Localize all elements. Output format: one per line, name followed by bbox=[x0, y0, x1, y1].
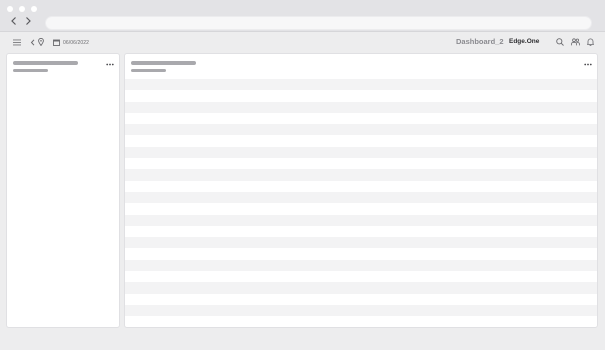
table-row[interactable] bbox=[125, 180, 597, 192]
search-icon[interactable] bbox=[556, 38, 564, 46]
table-row[interactable] bbox=[125, 293, 597, 305]
table-row[interactable] bbox=[125, 79, 597, 91]
address-bar[interactable] bbox=[45, 16, 592, 30]
browser-toolbar bbox=[0, 0, 605, 32]
hamburger-menu-icon[interactable] bbox=[13, 39, 21, 46]
users-icon[interactable] bbox=[571, 38, 580, 46]
more-horizontal-icon[interactable] bbox=[106, 63, 114, 66]
chevron-left-icon[interactable] bbox=[30, 39, 36, 46]
table-row[interactable] bbox=[125, 146, 597, 159]
table-row[interactable] bbox=[125, 225, 597, 238]
more-horizontal-icon[interactable] bbox=[584, 63, 592, 66]
dashboard-title[interactable]: Dashboard_2 bbox=[456, 37, 504, 46]
chevron-right-icon[interactable] bbox=[23, 16, 33, 26]
window-maximize-button[interactable] bbox=[31, 6, 37, 12]
table-row[interactable] bbox=[125, 271, 597, 283]
window-close-button[interactable] bbox=[7, 6, 13, 12]
table-row[interactable] bbox=[125, 191, 597, 204]
map-pin-icon[interactable] bbox=[38, 38, 44, 46]
table-row[interactable] bbox=[125, 112, 597, 125]
table-row[interactable] bbox=[125, 248, 597, 260]
widget-title-placeholder bbox=[131, 61, 196, 65]
bell-icon[interactable] bbox=[587, 38, 594, 46]
calendar-icon[interactable] bbox=[53, 39, 60, 46]
table-row[interactable] bbox=[125, 304, 597, 317]
widget-subtitle-placeholder bbox=[131, 69, 166, 72]
table-rows bbox=[125, 79, 597, 317]
table-row[interactable] bbox=[125, 214, 597, 226]
window-minimize-button[interactable] bbox=[19, 6, 25, 12]
table-row[interactable] bbox=[125, 101, 597, 113]
table-row[interactable] bbox=[125, 90, 597, 102]
table-row[interactable] bbox=[125, 237, 597, 249]
table-row[interactable] bbox=[125, 124, 597, 136]
table-row[interactable] bbox=[125, 169, 597, 181]
table-row[interactable] bbox=[125, 259, 597, 272]
table-row[interactable] bbox=[125, 135, 597, 147]
organization-name[interactable]: Edge.One bbox=[509, 38, 539, 45]
table-row[interactable] bbox=[125, 158, 597, 170]
app-window: 06/06/2022 Dashboard_2 Edge.One bbox=[0, 0, 605, 350]
date-picker-value[interactable]: 06/06/2022 bbox=[63, 40, 89, 46]
table-row[interactable] bbox=[125, 203, 597, 215]
table-row[interactable] bbox=[125, 282, 597, 294]
widget-subtitle-placeholder bbox=[13, 69, 48, 72]
chevron-left-icon[interactable] bbox=[9, 16, 19, 26]
widget-title-placeholder bbox=[13, 61, 78, 65]
widget-card-left bbox=[6, 53, 120, 328]
widget-card-right bbox=[124, 53, 598, 328]
